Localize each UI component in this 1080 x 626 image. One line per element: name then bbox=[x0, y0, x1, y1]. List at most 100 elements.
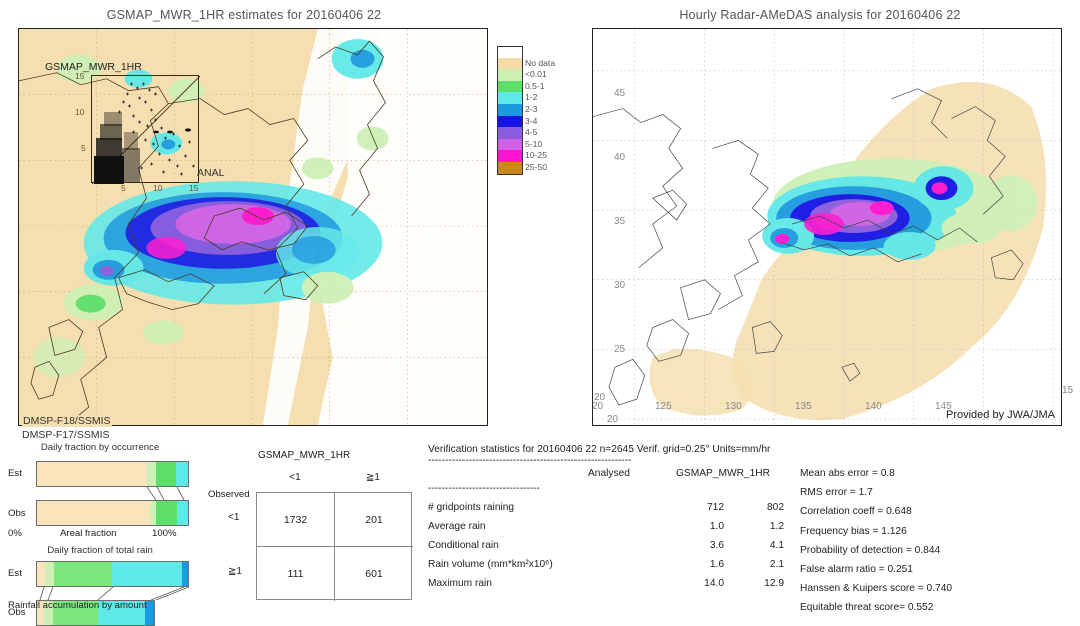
verification-subheader: Analysed GSMAP_MWR_1HR bbox=[428, 468, 800, 483]
colorbar-swatch bbox=[497, 69, 523, 81]
barchart2-bar-est[interactable] bbox=[36, 561, 189, 587]
xtick-135: 135 bbox=[795, 401, 812, 412]
barchart2-title: Daily fraction of total rain bbox=[47, 545, 153, 556]
barchart2-row-label-est: Est bbox=[8, 568, 22, 579]
contingency-row-header-lt1: <1 bbox=[228, 512, 240, 523]
colorbar-label: 3-4 bbox=[525, 115, 538, 126]
stat-row: # gridpoints raining 712 802 bbox=[428, 502, 800, 521]
score-rms-error: RMS error = 1.7 bbox=[800, 487, 873, 499]
barchart1-axis-max: 100% bbox=[152, 528, 177, 539]
data-credit: Provided by JWA/JMA bbox=[945, 409, 1055, 421]
sensor-label-1: DMSP-F18/SSMIS bbox=[22, 415, 112, 427]
colorbar-entry: 4-5 bbox=[497, 127, 537, 139]
contingency-col-header-lt1: <1 bbox=[289, 472, 301, 483]
stat-name: # gridpoints raining bbox=[428, 502, 515, 513]
contingency-row-axis-label: Observed bbox=[208, 489, 250, 500]
xtick-130: 130 bbox=[725, 401, 742, 412]
colorbar-label: 1-2 bbox=[525, 92, 538, 103]
inset-xtick-15: 15 bbox=[189, 183, 199, 193]
ytick-20: 20 bbox=[594, 392, 606, 403]
inset-ytick-15: 15 bbox=[75, 71, 85, 81]
score-frequency-bias: Frequency bias = 1.126 bbox=[800, 525, 907, 537]
stat-analysed: 712 bbox=[707, 502, 724, 513]
inset-title: GSMAP_MWR_1HR bbox=[45, 61, 142, 73]
bar-segment bbox=[156, 462, 176, 486]
stat-estimate: 12.9 bbox=[764, 578, 784, 589]
colorbar-swatch bbox=[497, 103, 523, 116]
col-header-analysed: Analysed bbox=[588, 468, 630, 479]
ytick-45: 45 bbox=[614, 88, 626, 99]
bar-segment bbox=[37, 462, 148, 486]
colorbar-swatch bbox=[497, 115, 523, 128]
right-panel-title: Hourly Radar-AMeDAS analysis for 2016040… bbox=[679, 8, 961, 22]
stat-name: Rain volume (mm*km²x10⁶) bbox=[428, 559, 553, 570]
score-correlation-coeff: Correlation coeff = 0.648 bbox=[800, 506, 912, 518]
stat-name: Maximum rain bbox=[428, 578, 492, 589]
scatter-inset[interactable]: GSMAP_MWR_1HR 15 10 5 5 10 15 bbox=[39, 59, 204, 193]
score-hanssen-kuipers: Hanssen & Kuipers score = 0.740 bbox=[800, 583, 953, 595]
stat-estimate: 2.1 bbox=[769, 559, 784, 570]
colorbar-label: 25-50 bbox=[525, 161, 547, 172]
divider-line-2: --------------------------------- bbox=[428, 483, 540, 494]
colorbar-swatch bbox=[497, 57, 523, 70]
barchart1-bar-est[interactable] bbox=[36, 461, 189, 487]
inset-ytick-5: 5 bbox=[81, 143, 86, 153]
bar-segment bbox=[37, 501, 151, 525]
table-cell: 1732 bbox=[257, 493, 335, 547]
colorbar-entry: 25-50 bbox=[497, 161, 547, 175]
xtick-145: 145 bbox=[935, 401, 952, 412]
xtick-125: 125 bbox=[655, 401, 672, 412]
colorbar-entry: 5-10 bbox=[497, 138, 542, 151]
bar-segment bbox=[177, 501, 188, 525]
scatter-points bbox=[92, 76, 200, 184]
ytick-35: 35 bbox=[614, 216, 626, 227]
colorbar-label: 10-25 bbox=[525, 150, 547, 161]
colorbar-label: <0.01 bbox=[525, 69, 547, 80]
colorbar-entry: No data bbox=[497, 57, 555, 70]
colorbar-label: 5-10 bbox=[525, 138, 543, 149]
barchart1-title: Daily fraction by occurrence bbox=[40, 442, 160, 453]
barchart2-connectors bbox=[39, 587, 189, 600]
barchart1-row-label-obs: Obs bbox=[8, 508, 26, 519]
barchart1-axis-title: Areal fraction bbox=[60, 528, 117, 539]
inset-plot-box bbox=[91, 75, 200, 184]
col-header-estimate: GSMAP_MWR_1HR bbox=[676, 468, 770, 479]
inset-xtick-10: 10 bbox=[153, 183, 163, 193]
bar-segment bbox=[112, 562, 182, 586]
stat-analysed: 1.0 bbox=[709, 521, 724, 532]
colorbar-entry bbox=[497, 46, 523, 59]
colorbar-entry: 1-2 bbox=[497, 92, 537, 104]
colorbar-entry: 0.5-1 bbox=[497, 80, 545, 93]
barchart2-caption: Rainfall accumulation by amount bbox=[8, 600, 147, 611]
contingency-row-header-ge1: ≧1 bbox=[228, 566, 242, 577]
stat-name: Conditional rain bbox=[428, 540, 499, 551]
colorbar-label: 0.5-1 bbox=[525, 80, 545, 91]
bar-segment bbox=[147, 462, 157, 486]
stat-analysed: 1.6 bbox=[709, 559, 724, 570]
score-false-alarm-ratio: False alarm ratio = 0.251 bbox=[800, 563, 913, 575]
table-cell: 201 bbox=[335, 493, 413, 547]
sensor-label-2: DMSP-F17/SSMIS bbox=[22, 429, 110, 441]
table-cell: 601 bbox=[365, 568, 383, 580]
ytick-25: 25 bbox=[614, 344, 626, 355]
barchart1-axis-min: 0% bbox=[8, 528, 22, 539]
stat-name: Average rain bbox=[428, 521, 486, 532]
table-cell: 111 bbox=[257, 547, 335, 601]
stat-row: Rain volume (mm*km²x10⁶) 1.6 2.1 bbox=[428, 559, 800, 578]
gsmap-estimate-map[interactable]: ANAL GSMAP_MWR_1HR 15 10 5 5 10 15 bbox=[18, 28, 488, 426]
radar-amedas-map[interactable]: Provided by JWA/JMA bbox=[592, 28, 1062, 426]
stat-estimate: 1.2 bbox=[769, 521, 784, 532]
colorbar-label: 4-5 bbox=[525, 127, 538, 138]
colorbar-swatch bbox=[497, 92, 523, 104]
inset-ytick-10: 10 bbox=[75, 107, 85, 117]
left-panel-title: GSMAP_MWR_1HR estimates for 20160406 22 bbox=[106, 8, 382, 22]
divider-line: ----------------------------------------… bbox=[428, 455, 632, 466]
colorbar-swatch bbox=[497, 127, 523, 139]
colorbar-swatch bbox=[497, 161, 523, 175]
ytick-40: 40 bbox=[614, 152, 626, 163]
score-mean-abs-error: Mean abs error = 0.8 bbox=[800, 468, 895, 479]
colorbar-entry: 2-3 bbox=[497, 103, 537, 116]
barchart1-row-label-est: Est bbox=[8, 468, 22, 479]
barchart1-bar-obs[interactable] bbox=[36, 500, 189, 526]
bar-segment bbox=[53, 562, 113, 586]
